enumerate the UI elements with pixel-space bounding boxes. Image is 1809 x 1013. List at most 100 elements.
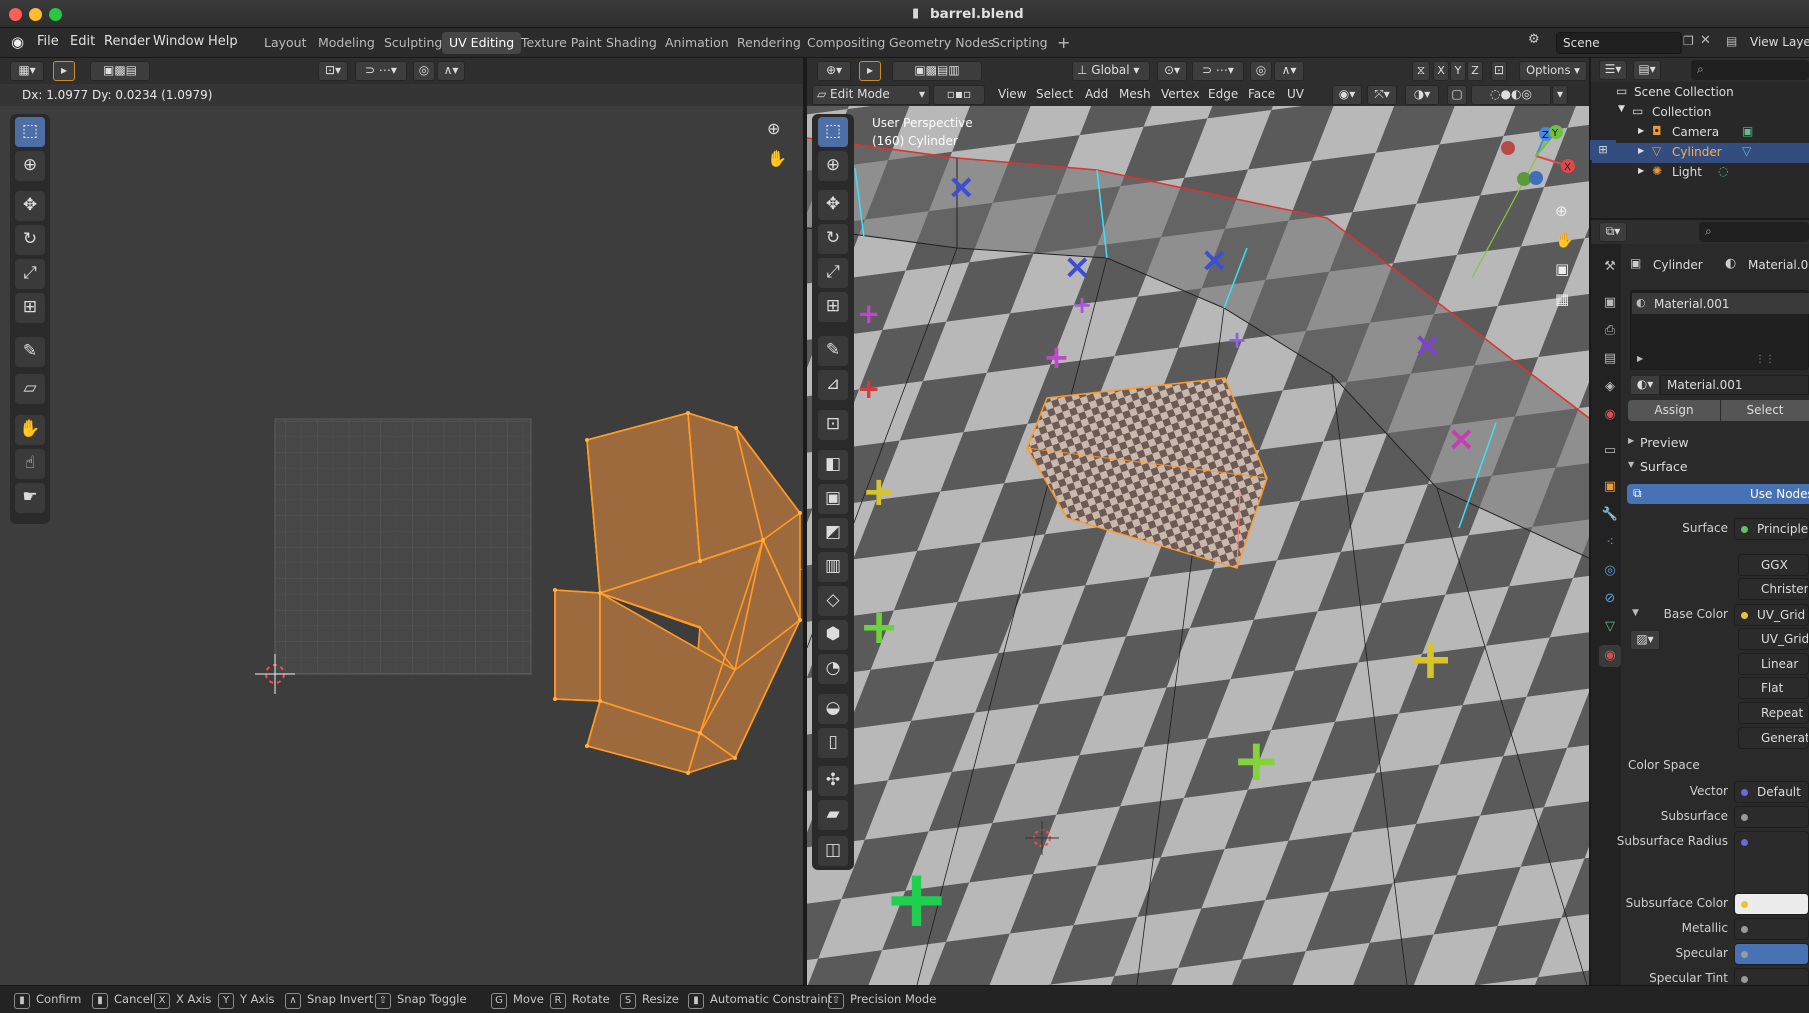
constraints-tab-icon[interactable]: ⊘ — [1599, 588, 1621, 610]
pivot-icon[interactable]: ⊡▾ — [318, 61, 348, 81]
property-field[interactable]: UV_Grid — [1738, 628, 1809, 650]
collection-row[interactable]: ▼ ▭ Collection — [1592, 103, 1809, 123]
mirror-z-toggle[interactable]: Z — [1467, 61, 1483, 81]
socket-icon[interactable] — [1741, 789, 1748, 796]
spin-tool-icon[interactable]: ◔ — [818, 654, 848, 684]
scene-tab-icon[interactable]: ◈ — [1599, 376, 1621, 398]
snap-icon[interactable]: ⊃ ⋯▾ — [1192, 61, 1244, 81]
proportional-edit-icon[interactable]: ◎ — [1250, 61, 1272, 81]
material-slot-row[interactable]: ◐ Material.001 — [1632, 293, 1809, 314]
knife-tool-icon[interactable]: ◇ — [818, 586, 848, 616]
options-dropdown[interactable]: Options ▾ — [1519, 61, 1587, 81]
property-field[interactable]: Linear — [1738, 653, 1809, 675]
property-field[interactable]: Flat — [1738, 677, 1809, 699]
mirror-icon[interactable]: ⧖ — [1412, 61, 1430, 81]
zoom-window-button[interactable] — [49, 8, 62, 21]
property-field[interactable] — [1734, 831, 1809, 899]
scale-tool-icon[interactable]: ⤢ — [818, 258, 848, 288]
ortho-toggle-icon[interactable]: ▦ — [1555, 290, 1569, 308]
render-tab-icon[interactable]: ▣ — [1599, 292, 1621, 314]
tab-shading[interactable]: Shading — [599, 32, 664, 54]
menu-select[interactable]: Select — [1036, 87, 1073, 101]
socket-icon[interactable] — [1741, 901, 1748, 908]
menu-help[interactable]: Help — [208, 34, 238, 49]
tab-texture-paint[interactable]: Texture Paint — [514, 32, 609, 54]
expand-icon[interactable]: ▶ — [1638, 166, 1644, 175]
tab-uv-editing[interactable]: UV Editing — [442, 32, 522, 54]
resize-handle-icon[interactable]: ⋮⋮ — [1755, 354, 1775, 365]
bevel-tool-icon[interactable]: ◩ — [818, 518, 848, 548]
transform-tool-icon[interactable]: ⊞ — [818, 292, 848, 322]
edge-slide-tool-icon[interactable]: ▯ — [818, 728, 848, 758]
menu-mesh[interactable]: Mesh — [1119, 87, 1151, 101]
select-tool-icon[interactable]: ⬚ — [818, 117, 848, 147]
outliner-item-cylinder[interactable]: ▶ ▽ Cylinder ▽ — [1592, 143, 1809, 163]
property-field[interactable] — [1734, 918, 1809, 940]
property-field[interactable] — [1734, 893, 1809, 915]
tool-tab-icon[interactable]: ⚒ — [1599, 256, 1621, 278]
socket-icon[interactable] — [1741, 612, 1748, 619]
editor-type-icon[interactable]: ⊕▾ — [817, 61, 851, 81]
menu-vertex[interactable]: Vertex — [1161, 87, 1200, 101]
outliner-item-light[interactable]: ▶ ✺ Light ◌ — [1592, 163, 1809, 183]
snap-icon[interactable]: ⊃ ⋯▾ — [355, 61, 407, 81]
property-field[interactable]: Repeat — [1738, 702, 1809, 724]
socket-icon[interactable] — [1741, 526, 1748, 533]
xray-icon[interactable]: ▢ — [1447, 85, 1467, 105]
select-button[interactable]: Select — [1721, 400, 1809, 421]
view-layer-field[interactable]: View Laye — [1750, 35, 1809, 49]
expand-icon[interactable]: ▼ — [1618, 104, 1625, 114]
uv-select-mode-icon[interactable]: ▣▩▤ — [90, 61, 150, 81]
menu-file[interactable]: File — [37, 34, 59, 49]
menu-uv[interactable]: UV — [1287, 87, 1304, 101]
outliner-editor-icon[interactable]: ☰▾ — [1599, 60, 1627, 80]
menu-window[interactable]: Window — [153, 34, 204, 49]
modifier-tab-icon[interactable]: 🔧 — [1599, 504, 1621, 526]
property-field[interactable]: Christensen- — [1738, 578, 1809, 600]
tab-layout[interactable]: Layout — [257, 32, 314, 54]
display-mode-icon[interactable]: ▤▾ — [1633, 60, 1661, 80]
output-tab-icon[interactable]: ⎙ — [1599, 320, 1621, 342]
pivot-icon[interactable]: ⊙▾ — [1157, 61, 1187, 81]
mesh-data-icon[interactable]: ▽ — [1742, 144, 1751, 158]
expand-icon[interactable]: ▶ — [1637, 354, 1643, 363]
physics-tab-icon[interactable]: ◎ — [1599, 560, 1621, 582]
properties-editor-icon[interactable]: ⧉▾ — [1599, 222, 1627, 242]
uv-face[interactable] — [554, 589, 601, 702]
preview-panel-header[interactable]: ▶ Preview — [1628, 433, 1809, 453]
falloff-icon[interactable]: ∧▾ — [1274, 61, 1304, 81]
outliner-item-camera[interactable]: ▶ ◘ Camera ▣ — [1592, 123, 1809, 143]
proportional-edit-icon[interactable]: ◎ — [413, 61, 435, 81]
socket-icon[interactable] — [1741, 926, 1748, 933]
move-tool-icon[interactable]: ✥ — [818, 190, 848, 220]
expand-icon[interactable]: ▼ — [1632, 608, 1639, 618]
socket-icon[interactable] — [1741, 976, 1748, 983]
select-box-icon[interactable]: ▸ — [859, 61, 881, 81]
socket-icon[interactable] — [1741, 814, 1748, 821]
rotate-tool-icon[interactable]: ↻ — [818, 224, 848, 254]
collection-tab-icon[interactable]: ▭ — [1599, 440, 1621, 462]
mode-dropdown[interactable]: ▱ Edit Mode ▾ — [812, 85, 930, 105]
use-nodes-button[interactable]: ⧉ Use Nodes — [1627, 484, 1809, 504]
visibility-icon[interactable]: ◉▾ — [1332, 85, 1362, 105]
tab-geometry-nodes[interactable]: Geometry Nodes — [882, 32, 1001, 54]
menu-edge[interactable]: Edge — [1208, 87, 1238, 101]
gizmo-icon[interactable]: ⤧▾ — [1367, 85, 1397, 105]
scene-icon[interactable]: ⚙ — [1528, 32, 1550, 54]
property-field[interactable]: UV_Grid — [1734, 604, 1809, 626]
particles-tab-icon[interactable]: ⁖ — [1599, 532, 1621, 554]
menu-add[interactable]: Add — [1085, 87, 1108, 101]
properties-search-icon[interactable]: ⌕ — [1699, 222, 1809, 242]
tab-scripting[interactable]: Scripting — [985, 32, 1055, 54]
surface-panel-header[interactable]: ▼ Surface — [1628, 457, 1809, 477]
add-cube-tool-icon[interactable]: ⊡ — [818, 410, 848, 440]
mesh-select-mode-icon[interactable]: ▫▪▫ — [933, 85, 985, 105]
smooth-tool-icon[interactable]: ◒ — [818, 694, 848, 724]
socket-icon[interactable] — [1741, 951, 1748, 958]
inset-tool-icon[interactable]: ▣ — [818, 484, 848, 514]
property-field[interactable]: Generated — [1738, 727, 1809, 749]
blender-logo-icon[interactable]: ◉ — [11, 33, 24, 51]
outliner-select-icon[interactable]: ⊞ — [1590, 140, 1616, 160]
expand-icon[interactable]: ▶ — [1638, 126, 1644, 135]
loop-cut-tool-icon[interactable]: ▥ — [818, 552, 848, 582]
